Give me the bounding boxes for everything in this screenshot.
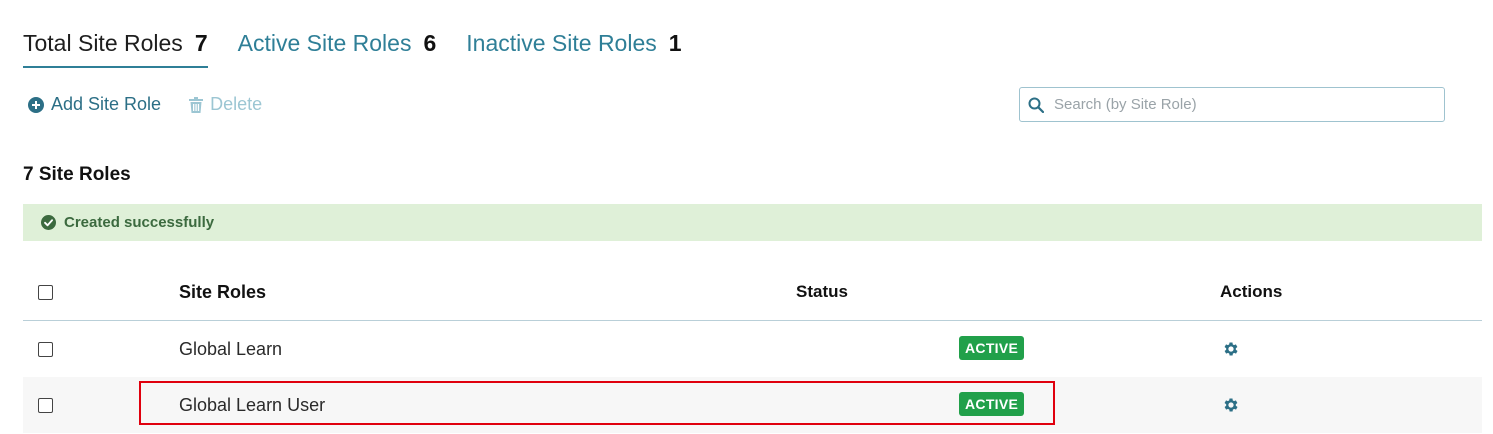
select-all-checkbox[interactable]	[38, 284, 53, 300]
tab-active-site-roles[interactable]: Active Site Roles 6	[238, 30, 437, 66]
add-site-role-button[interactable]: Add Site Role	[28, 94, 161, 115]
add-site-role-label: Add Site Role	[51, 94, 162, 114]
row-select-cell	[38, 377, 53, 433]
toolbar: Add Site Role Delete	[28, 94, 290, 115]
tab-bar: Total Site Roles 7 Active Site Roles 6 I…	[23, 30, 712, 68]
tab-count: 1	[668, 30, 682, 56]
tab-label: Active Site Roles	[237, 30, 412, 56]
tab-total-site-roles[interactable]: Total Site Roles 7	[23, 30, 208, 68]
site-role-name[interactable]: Global Learn	[179, 321, 282, 377]
row-checkbox[interactable]	[38, 341, 53, 357]
tab-count: 7	[194, 30, 208, 56]
status-badge: ACTIVE	[959, 336, 1025, 360]
plus-circle-icon	[28, 96, 44, 113]
gear-icon[interactable]	[1222, 340, 1240, 358]
delete-label: Delete	[210, 94, 263, 114]
row-checkbox[interactable]	[38, 397, 53, 413]
delete-button[interactable]: Delete	[189, 94, 262, 115]
search-input[interactable]	[1052, 95, 1444, 114]
alert-message: Created successfully	[64, 214, 215, 231]
check-circle-icon	[41, 215, 56, 230]
column-header-status[interactable]: Status	[796, 264, 848, 320]
row-select-cell	[38, 321, 53, 377]
tab-count: 6	[423, 30, 437, 56]
tab-inactive-site-roles[interactable]: Inactive Site Roles 1	[466, 30, 681, 66]
trash-icon	[189, 96, 204, 113]
site-roles-page: Total Site Roles 7 Active Site Roles 6 I…	[0, 0, 1493, 434]
table-row: Global Learn ACTIVE	[23, 321, 1482, 377]
search-icon	[1028, 97, 1044, 113]
success-alert: Created successfully	[23, 204, 1482, 241]
tab-label: Inactive Site Roles	[466, 30, 657, 56]
column-header-actions: Actions	[1220, 282, 1283, 301]
select-all-cell	[38, 264, 53, 323]
site-roles-count-heading: 7 Site Roles	[23, 164, 131, 185]
column-header-site-roles[interactable]: Site Roles	[179, 264, 266, 320]
highlight-box	[139, 381, 1055, 425]
table-header-row: Site Roles Status Actions	[23, 264, 1482, 321]
search-box	[1019, 87, 1445, 122]
tab-label: Total Site Roles	[23, 30, 183, 56]
gear-icon[interactable]	[1222, 396, 1240, 414]
